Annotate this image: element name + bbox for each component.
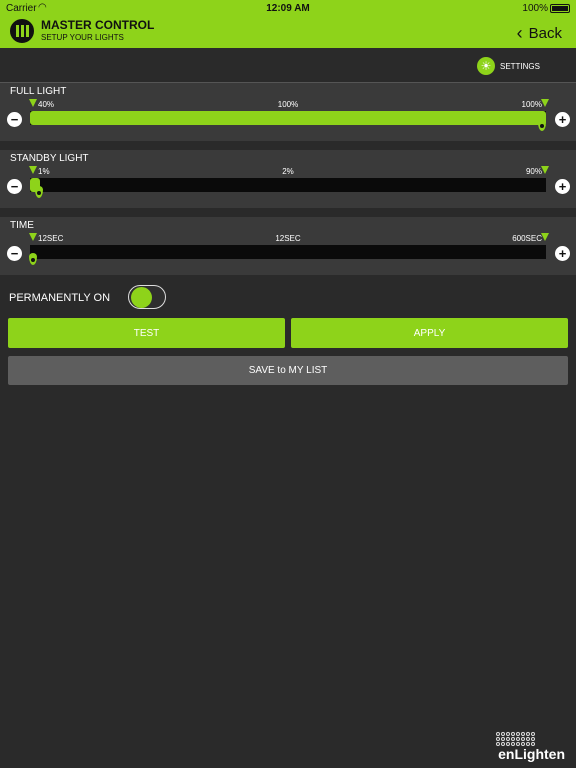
page-subtitle: SETUP YOUR LIGHTS: [41, 33, 124, 42]
standby-light-current-value: 2%: [282, 167, 294, 176]
standby-light-decrease-button[interactable]: −: [7, 179, 22, 194]
logo-dots-icon: [496, 732, 535, 746]
standby-light-handle-icon[interactable]: [35, 186, 43, 198]
standby-light-slider[interactable]: [30, 178, 546, 192]
gear-icon: ☀: [476, 57, 495, 75]
toggle-knob: [131, 287, 152, 308]
settings-label: SETTINGS: [499, 61, 540, 71]
full-light-increase-button[interactable]: +: [555, 112, 570, 127]
full-light-section: FULL LIGHT 40% 100% 100% − +: [0, 83, 576, 141]
back-button[interactable]: ‹ Back: [516, 22, 562, 43]
page-title: MASTER CONTROL: [41, 18, 155, 32]
standby-light-increase-button[interactable]: +: [555, 179, 570, 194]
chevron-left-icon: ‹: [516, 23, 523, 43]
standby-light-label: STANDBY LIGHT: [10, 153, 89, 164]
brand-name: enLighten: [498, 746, 565, 762]
time-label: TIME: [10, 220, 34, 231]
battery-percent: 100%: [522, 3, 548, 14]
battery-icon: [550, 4, 570, 13]
save-to-list-button[interactable]: SAVE to MY LIST: [8, 356, 568, 385]
status-time: 12:09 AM: [266, 3, 310, 14]
full-light-slider-fill: [30, 111, 546, 125]
test-button[interactable]: TEST: [8, 318, 285, 348]
time-increase-button[interactable]: +: [555, 246, 570, 261]
top-bar: Carrier ◠ 12:09 AM 100% MASTER CONTROL S…: [0, 0, 576, 48]
standby-light-section: STANDBY LIGHT 1% 2% 90% − +: [0, 150, 576, 208]
full-light-label: FULL LIGHT: [10, 86, 67, 97]
standby-light-max-value: 90%: [525, 167, 542, 176]
time-current-value: 12SEC: [275, 234, 301, 243]
permanently-on-toggle[interactable]: [128, 285, 166, 309]
time-handle-icon[interactable]: [29, 253, 37, 265]
permanently-on-label: PERMANENTLY ON: [9, 292, 111, 304]
full-light-decrease-button[interactable]: −: [7, 112, 22, 127]
settings-button[interactable]: ☀ SETTINGS: [476, 56, 540, 76]
apply-button[interactable]: APPLY: [291, 318, 568, 348]
enlighten-logo: enLighten: [479, 732, 565, 762]
back-label: Back: [528, 25, 562, 42]
status-bar: Carrier ◠ 12:09 AM 100%: [0, 0, 576, 16]
full-light-handle-icon[interactable]: [538, 119, 546, 131]
time-slider[interactable]: [30, 245, 546, 259]
full-light-max-value: 100%: [521, 100, 542, 109]
full-light-slider[interactable]: [30, 111, 546, 125]
time-decrease-button[interactable]: −: [7, 246, 22, 261]
full-light-current-value: 100%: [277, 100, 299, 109]
light-panel-icon: [10, 19, 34, 43]
time-max-value: 600SEC: [512, 234, 542, 243]
time-section: TIME 12SEC 12SEC 600SEC − +: [0, 217, 576, 275]
